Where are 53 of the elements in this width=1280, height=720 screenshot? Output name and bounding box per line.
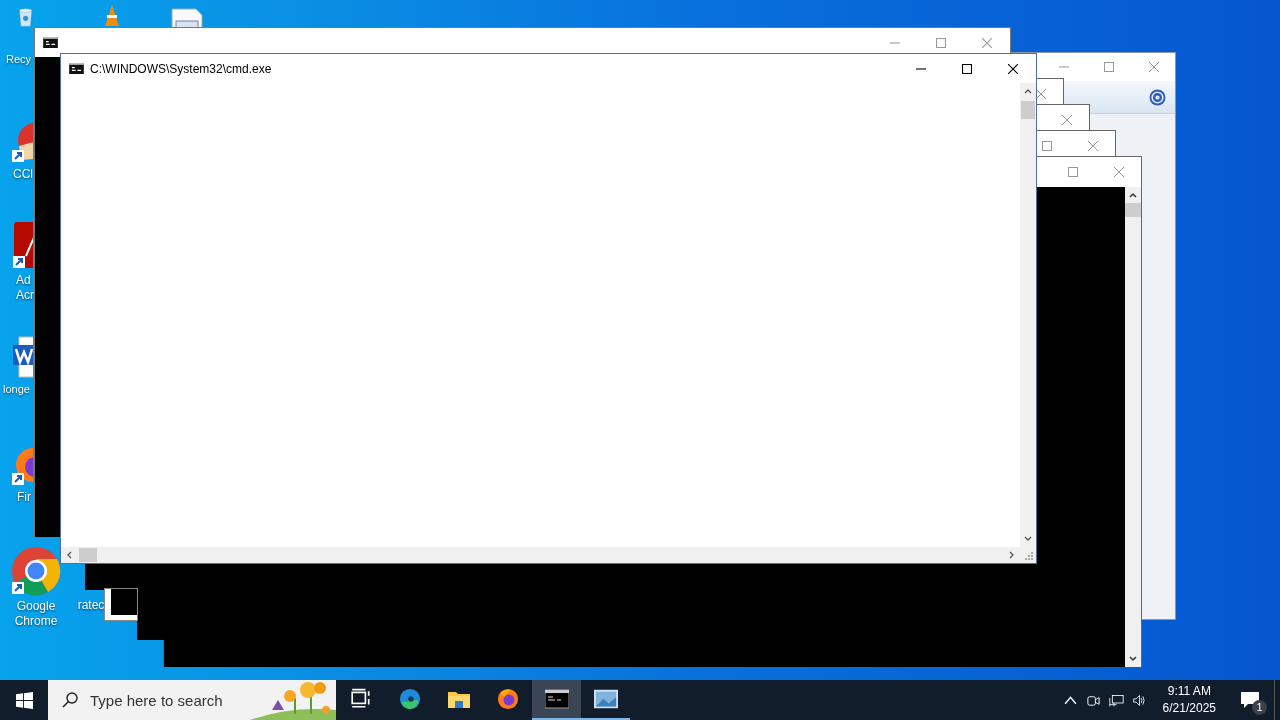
browser-icon [495,688,520,710]
close-icon[interactable] [1062,115,1072,125]
image-viewer-icon [593,688,618,710]
document-icon[interactable] [170,8,204,28]
maximize-icon[interactable] [1104,62,1114,72]
close-icon [982,37,992,48]
windows-logo-icon [15,691,33,709]
clock-time: 9:11 AM [1167,683,1211,700]
recycle-bin-icon[interactable] [17,8,34,27]
maximize-icon[interactable] [1042,141,1052,151]
browser-icon[interactable] [11,546,61,596]
scroll-up-icon[interactable] [1128,190,1138,200]
taskbar-app-button[interactable] [532,680,581,720]
scrollbar-thumb[interactable] [79,548,97,562]
desktop-icon-label[interactable]: ratec [77,598,105,613]
console-icon [69,63,84,74]
desktop-icon-label[interactable]: longe [3,382,30,397]
clock-date: 6/21/2025 [1162,700,1216,717]
notifications-icon[interactable] [1240,691,1260,709]
vertical-scrollbar[interactable] [1020,83,1036,547]
search-box[interactable]: Type here to search [48,680,336,720]
volume-icon[interactable] [1131,692,1147,708]
close-icon[interactable] [1149,62,1159,72]
horizontal-scrollbar[interactable] [61,547,1020,563]
close-icon [1008,63,1018,74]
desktop-icon-label[interactable]: Fir [17,490,31,505]
maximize-icon[interactable] [1068,167,1078,177]
notification-count-badge: 1 [1252,700,1267,715]
desktop-icon-label[interactable]: CCl [13,167,33,182]
close-icon[interactable] [1088,141,1098,151]
terminal-icon [544,688,569,710]
maximize-icon [962,63,972,74]
maximize-icon [936,37,946,48]
close-icon[interactable] [1114,167,1124,177]
network-icon[interactable] [1108,692,1124,708]
task-view-icon [348,688,373,710]
search-icon [62,692,78,708]
scrollbar[interactable] [1125,187,1141,667]
desktop-icon-label[interactable]: Recy [6,52,32,67]
scrollbar-thumb[interactable] [1125,203,1141,217]
browser-icon [397,688,422,710]
help-icon[interactable] [1149,88,1166,106]
console-icon [43,37,58,48]
scrollbar-thumb[interactable] [1021,101,1035,119]
search-input[interactable]: Type here to search [90,691,260,709]
scroll-down-icon[interactable] [1128,654,1138,664]
desktop-icon-label[interactable]: Ad Acr [16,273,34,303]
pdf-app-icon[interactable] [12,222,33,270]
traffic-cone-icon[interactable] [102,4,122,28]
desktop-icon-label[interactable]: Google Chrome [14,599,58,629]
clock[interactable]: 9:11 AM 6/21/2025 [1162,683,1216,717]
window-title: C:\WINDOWS\System32\cmd.exe [90,61,272,76]
close-icon[interactable] [1036,89,1046,99]
